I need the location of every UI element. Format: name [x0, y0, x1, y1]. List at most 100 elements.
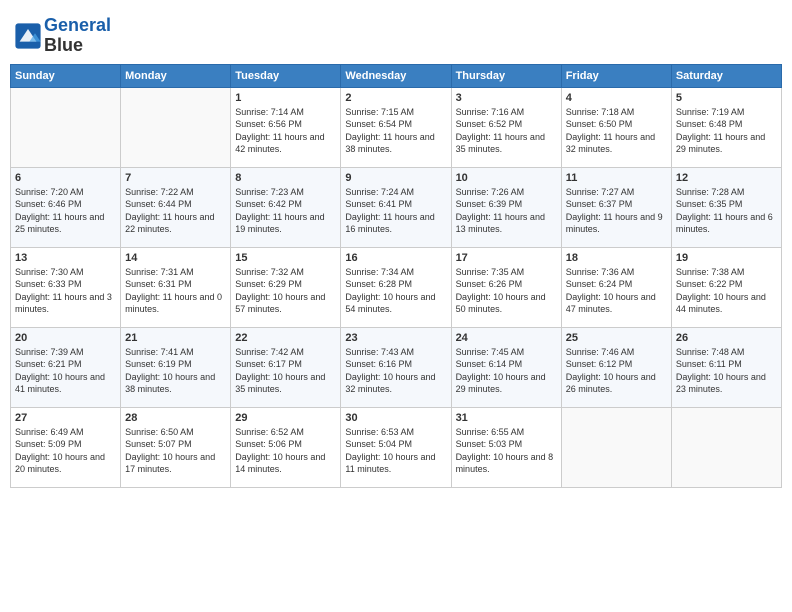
calendar-cell: 25 Sunrise: 7:46 AM Sunset: 6:12 PM Dayli…: [561, 327, 671, 407]
day-number: 13: [15, 252, 116, 264]
calendar-cell: 8Sunrise: 7:23 AM Sunset: 6:42 PM Daylig…: [231, 167, 341, 247]
day-number: 9: [345, 172, 446, 184]
day-header-friday: Friday: [561, 64, 671, 87]
day-number: 17: [456, 252, 557, 264]
day-header-sunday: Sunday: [11, 64, 121, 87]
calendar-cell: 22 Sunrise: 7:42 AM Sunset: 6:17 PM Dayli…: [231, 327, 341, 407]
day-number: 10: [456, 172, 557, 184]
day-info: Sunrise: 7:23 AM Sunset: 6:42 PM Dayligh…: [235, 186, 336, 236]
day-info: Sunrise: 7:43 AM Sunset: 6:16 PM Dayligh…: [345, 346, 446, 396]
day-number: 6: [15, 172, 116, 184]
calendar-cell: 15 Sunrise: 7:32 AM Sunset: 6:29 PM Dayli…: [231, 247, 341, 327]
calendar-cell: 17 Sunrise: 7:35 AM Sunset: 6:26 PM Dayli…: [451, 247, 561, 327]
day-info: Sunrise: 6:49 AM Sunset: 5:09 PM Dayligh…: [15, 426, 116, 476]
day-info: Sunrise: 7:48 AM Sunset: 6:11 PM Dayligh…: [676, 346, 777, 396]
calendar-cell: 14Sunrise: 7:31 AM Sunset: 6:31 PM Dayli…: [121, 247, 231, 327]
day-info: Sunrise: 7:30 AM Sunset: 6:33 PM Dayligh…: [15, 266, 116, 316]
logo: General Blue: [14, 16, 111, 56]
day-info: Sunrise: 7:32 AM Sunset: 6:29 PM Dayligh…: [235, 266, 336, 316]
day-number: 26: [676, 332, 777, 344]
day-number: 19: [676, 252, 777, 264]
day-info: Sunrise: 7:16 AM Sunset: 6:52 PM Dayligh…: [456, 106, 557, 156]
day-info: Sunrise: 7:39 AM Sunset: 6:21 PM Dayligh…: [15, 346, 116, 396]
day-number: 25: [566, 332, 667, 344]
day-info: Sunrise: 7:35 AM Sunset: 6:26 PM Dayligh…: [456, 266, 557, 316]
day-number: 29: [235, 412, 336, 424]
week-row-5: 27 Sunrise: 6:49 AM Sunset: 5:09 PM Dayli…: [11, 407, 782, 487]
calendar-cell: 20Sunrise: 7:39 AM Sunset: 6:21 PM Dayli…: [11, 327, 121, 407]
day-info: Sunrise: 7:19 AM Sunset: 6:48 PM Dayligh…: [676, 106, 777, 156]
day-info: Sunrise: 7:22 AM Sunset: 6:44 PM Dayligh…: [125, 186, 226, 236]
day-number: 22: [235, 332, 336, 344]
calendar-cell: 28 Sunrise: 6:50 AM Sunset: 5:07 PM Dayli…: [121, 407, 231, 487]
calendar-cell: 9 Sunrise: 7:24 AM Sunset: 6:41 PM Daylig…: [341, 167, 451, 247]
page-header: General Blue: [10, 10, 782, 56]
header-row: SundayMondayTuesdayWednesdayThursdayFrid…: [11, 64, 782, 87]
day-info: Sunrise: 7:20 AM Sunset: 6:46 PM Dayligh…: [15, 186, 116, 236]
day-number: 7: [125, 172, 226, 184]
day-info: Sunrise: 7:24 AM Sunset: 6:41 PM Dayligh…: [345, 186, 446, 236]
day-info: Sunrise: 7:41 AM Sunset: 6:19 PM Dayligh…: [125, 346, 226, 396]
calendar-cell: 21 Sunrise: 7:41 AM Sunset: 6:19 PM Dayli…: [121, 327, 231, 407]
calendar-cell: 24 Sunrise: 7:45 AM Sunset: 6:14 PM Dayli…: [451, 327, 561, 407]
day-number: 4: [566, 92, 667, 104]
day-header-thursday: Thursday: [451, 64, 561, 87]
day-number: 15: [235, 252, 336, 264]
day-info: Sunrise: 7:46 AM Sunset: 6:12 PM Dayligh…: [566, 346, 667, 396]
day-info: Sunrise: 7:42 AM Sunset: 6:17 PM Dayligh…: [235, 346, 336, 396]
calendar-table: SundayMondayTuesdayWednesdayThursdayFrid…: [10, 64, 782, 488]
calendar-cell: 1Sunrise: 7:14 AM Sunset: 6:56 PM Daylig…: [231, 87, 341, 167]
day-number: 2: [345, 92, 446, 104]
calendar-cell: 31 Sunrise: 6:55 AM Sunset: 5:03 PM Dayli…: [451, 407, 561, 487]
day-info: Sunrise: 6:50 AM Sunset: 5:07 PM Dayligh…: [125, 426, 226, 476]
calendar-cell: 2Sunrise: 7:15 AM Sunset: 6:54 PM Daylig…: [341, 87, 451, 167]
calendar-cell: [561, 407, 671, 487]
day-info: Sunrise: 6:55 AM Sunset: 5:03 PM Dayligh…: [456, 426, 557, 476]
week-row-1: 1Sunrise: 7:14 AM Sunset: 6:56 PM Daylig…: [11, 87, 782, 167]
day-header-wednesday: Wednesday: [341, 64, 451, 87]
calendar-cell: [11, 87, 121, 167]
week-row-3: 13 Sunrise: 7:30 AM Sunset: 6:33 PM Dayli…: [11, 247, 782, 327]
calendar-cell: 6 Sunrise: 7:20 AM Sunset: 6:46 PM Daylig…: [11, 167, 121, 247]
calendar-cell: [671, 407, 781, 487]
day-number: 12: [676, 172, 777, 184]
day-number: 16: [345, 252, 446, 264]
calendar-cell: [121, 87, 231, 167]
calendar-cell: 29 Sunrise: 6:52 AM Sunset: 5:06 PM Dayli…: [231, 407, 341, 487]
day-info: Sunrise: 6:53 AM Sunset: 5:04 PM Dayligh…: [345, 426, 446, 476]
day-info: Sunrise: 7:27 AM Sunset: 6:37 PM Dayligh…: [566, 186, 667, 236]
calendar-cell: 19 Sunrise: 7:38 AM Sunset: 6:22 PM Dayli…: [671, 247, 781, 327]
calendar-cell: 27 Sunrise: 6:49 AM Sunset: 5:09 PM Dayli…: [11, 407, 121, 487]
day-info: Sunrise: 6:52 AM Sunset: 5:06 PM Dayligh…: [235, 426, 336, 476]
calendar-cell: 10 Sunrise: 7:26 AM Sunset: 6:39 PM Dayli…: [451, 167, 561, 247]
day-header-saturday: Saturday: [671, 64, 781, 87]
day-number: 28: [125, 412, 226, 424]
calendar-cell: 18Sunrise: 7:36 AM Sunset: 6:24 PM Dayli…: [561, 247, 671, 327]
day-info: Sunrise: 7:14 AM Sunset: 6:56 PM Dayligh…: [235, 106, 336, 156]
calendar-cell: 23Sunrise: 7:43 AM Sunset: 6:16 PM Dayli…: [341, 327, 451, 407]
day-number: 31: [456, 412, 557, 424]
logo-text: General Blue: [44, 16, 111, 56]
calendar-cell: 16 Sunrise: 7:34 AM Sunset: 6:28 PM Dayli…: [341, 247, 451, 327]
calendar-cell: 30Sunrise: 6:53 AM Sunset: 5:04 PM Dayli…: [341, 407, 451, 487]
day-number: 21: [125, 332, 226, 344]
calendar-cell: 3 Sunrise: 7:16 AM Sunset: 6:52 PM Daylig…: [451, 87, 561, 167]
day-number: 11: [566, 172, 667, 184]
day-info: Sunrise: 7:26 AM Sunset: 6:39 PM Dayligh…: [456, 186, 557, 236]
calendar-cell: 5Sunrise: 7:19 AM Sunset: 6:48 PM Daylig…: [671, 87, 781, 167]
day-info: Sunrise: 7:18 AM Sunset: 6:50 PM Dayligh…: [566, 106, 667, 156]
day-number: 27: [15, 412, 116, 424]
day-number: 24: [456, 332, 557, 344]
calendar-cell: 12Sunrise: 7:28 AM Sunset: 6:35 PM Dayli…: [671, 167, 781, 247]
week-row-4: 20Sunrise: 7:39 AM Sunset: 6:21 PM Dayli…: [11, 327, 782, 407]
day-info: Sunrise: 7:34 AM Sunset: 6:28 PM Dayligh…: [345, 266, 446, 316]
day-info: Sunrise: 7:38 AM Sunset: 6:22 PM Dayligh…: [676, 266, 777, 316]
week-row-2: 6 Sunrise: 7:20 AM Sunset: 6:46 PM Daylig…: [11, 167, 782, 247]
day-info: Sunrise: 7:45 AM Sunset: 6:14 PM Dayligh…: [456, 346, 557, 396]
day-number: 3: [456, 92, 557, 104]
logo-icon: [14, 22, 42, 50]
day-number: 18: [566, 252, 667, 264]
calendar-cell: 26 Sunrise: 7:48 AM Sunset: 6:11 PM Dayli…: [671, 327, 781, 407]
calendar-cell: 13 Sunrise: 7:30 AM Sunset: 6:33 PM Dayli…: [11, 247, 121, 327]
calendar-cell: 4 Sunrise: 7:18 AM Sunset: 6:50 PM Daylig…: [561, 87, 671, 167]
